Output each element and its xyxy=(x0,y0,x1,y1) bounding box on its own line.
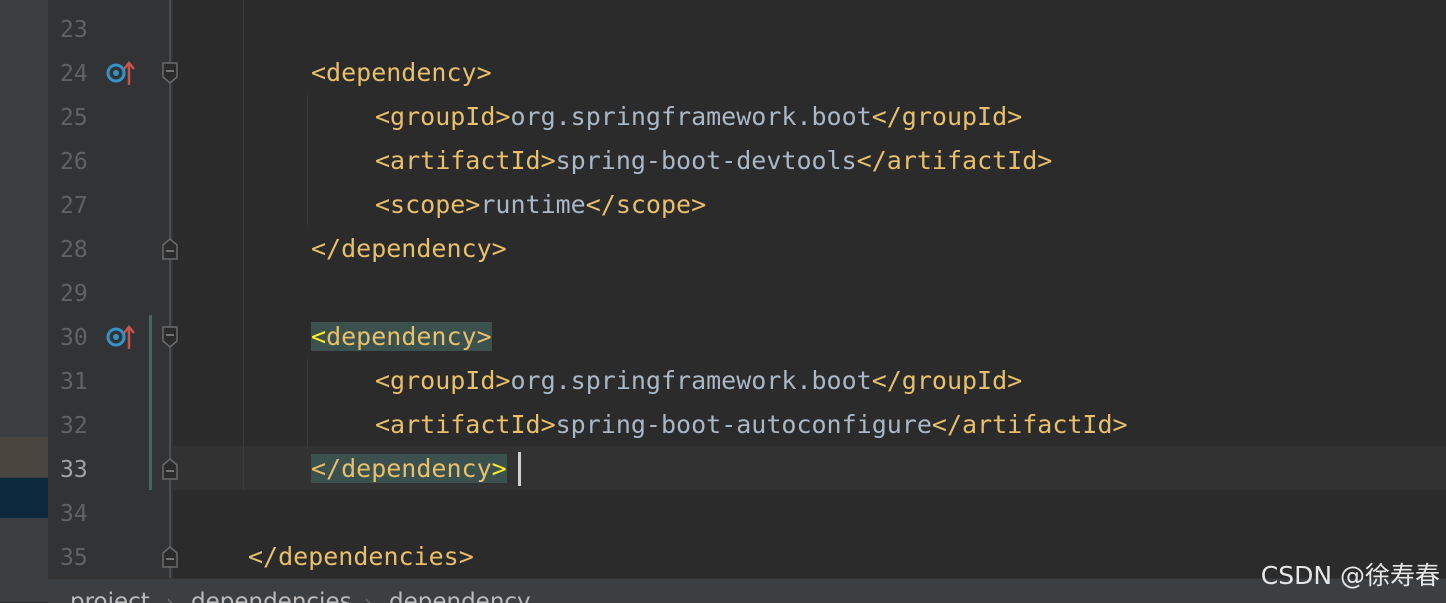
fold-close-icon[interactable] xyxy=(161,238,179,260)
matched-tag-highlight: </dependency> xyxy=(311,454,507,483)
line-number: 31 xyxy=(60,369,88,395)
fold-close-icon[interactable] xyxy=(161,546,179,568)
maven-dependency-update-icon[interactable] xyxy=(106,323,136,353)
xml-text: spring-boot-devtools xyxy=(555,146,857,175)
matched-bracket: > xyxy=(491,454,507,483)
strip-marker xyxy=(0,437,48,477)
code-line[interactable]: <dependency> xyxy=(311,315,492,359)
chevron-right-icon: › xyxy=(166,590,174,603)
xml-tag: </scope> xyxy=(585,190,707,219)
xml-text: runtime xyxy=(480,190,586,219)
xml-tag: </groupId> xyxy=(871,366,1023,395)
fold-open-icon[interactable] xyxy=(161,62,179,84)
indent-guide xyxy=(243,0,244,490)
line-number: 28 xyxy=(60,237,88,263)
xml-tag: <scope> xyxy=(375,190,481,219)
chevron-right-icon: › xyxy=(364,590,372,603)
code-line[interactable]: <groupId>org.springframework.boot</group… xyxy=(375,95,1022,139)
xml-tag: </groupId> xyxy=(871,102,1023,131)
xml-tag: dependency> xyxy=(326,322,492,351)
xml-tag: <artifactId> xyxy=(375,146,556,175)
line-number: 29 xyxy=(60,281,88,307)
code-line[interactable]: <dependency> xyxy=(311,51,492,95)
xml-text: spring-boot-autoconfigure xyxy=(555,410,932,439)
line-number-current: 33 xyxy=(60,457,88,483)
fold-open-icon[interactable] xyxy=(161,326,179,348)
line-number: 27 xyxy=(60,193,88,219)
xml-tag: <groupId> xyxy=(375,102,511,131)
xml-tag: </dependency> xyxy=(311,234,507,263)
matched-tag-highlight: <dependency> xyxy=(311,322,492,351)
breadcrumb: project › dependencies › dependency xyxy=(48,578,1446,603)
xml-tag: </dependencies> xyxy=(248,542,474,571)
xml-tag: <artifactId> xyxy=(375,410,556,439)
breadcrumb-item[interactable]: dependencies xyxy=(191,587,352,603)
xml-tag: </artifactId> xyxy=(856,146,1053,175)
code-line[interactable]: <artifactId>spring-boot-devtools</artifa… xyxy=(375,139,1052,183)
line-number: 26 xyxy=(60,149,88,175)
code-line[interactable]: </dependency> xyxy=(311,227,507,271)
breadcrumb-item[interactable]: dependency xyxy=(389,587,531,603)
line-number: 24 xyxy=(60,61,88,87)
line-number: 32 xyxy=(60,413,88,439)
xml-tag: <dependency> xyxy=(311,58,492,87)
code-line[interactable]: </dependencies> xyxy=(248,535,474,579)
line-number: 34 xyxy=(60,501,88,527)
fold-guide-line xyxy=(169,0,171,578)
fold-close-icon[interactable] xyxy=(161,458,179,480)
code-line[interactable]: <scope>runtime</scope> xyxy=(375,183,706,227)
watermark: CSDN @徐寿春 xyxy=(1260,561,1440,590)
matched-bracket: < xyxy=(311,322,327,351)
code-line-current[interactable]: </dependency> xyxy=(311,447,507,491)
tool-window-strip xyxy=(0,0,48,602)
indent-guide xyxy=(307,359,308,449)
line-number: 23 xyxy=(60,17,88,43)
text-caret xyxy=(518,452,521,486)
xml-tag: <groupId> xyxy=(375,366,511,395)
indent-guide xyxy=(307,95,308,225)
breadcrumb-item[interactable]: project xyxy=(70,587,150,603)
line-number: 25 xyxy=(60,105,88,131)
maven-dependency-update-icon[interactable] xyxy=(106,59,136,89)
vcs-change-marker[interactable] xyxy=(149,315,152,490)
xml-tag: </dependency xyxy=(311,454,492,483)
strip-selection xyxy=(0,478,48,518)
xml-tag: </artifactId> xyxy=(931,410,1128,439)
xml-text: org.springframework.boot xyxy=(510,366,872,395)
line-number: 35 xyxy=(60,545,88,571)
xml-text: org.springframework.boot xyxy=(510,102,872,131)
line-number: 30 xyxy=(60,325,88,351)
code-line[interactable]: <groupId>org.springframework.boot</group… xyxy=(375,359,1022,403)
code-line[interactable]: <artifactId>spring-boot-autoconfigure</a… xyxy=(375,403,1128,447)
